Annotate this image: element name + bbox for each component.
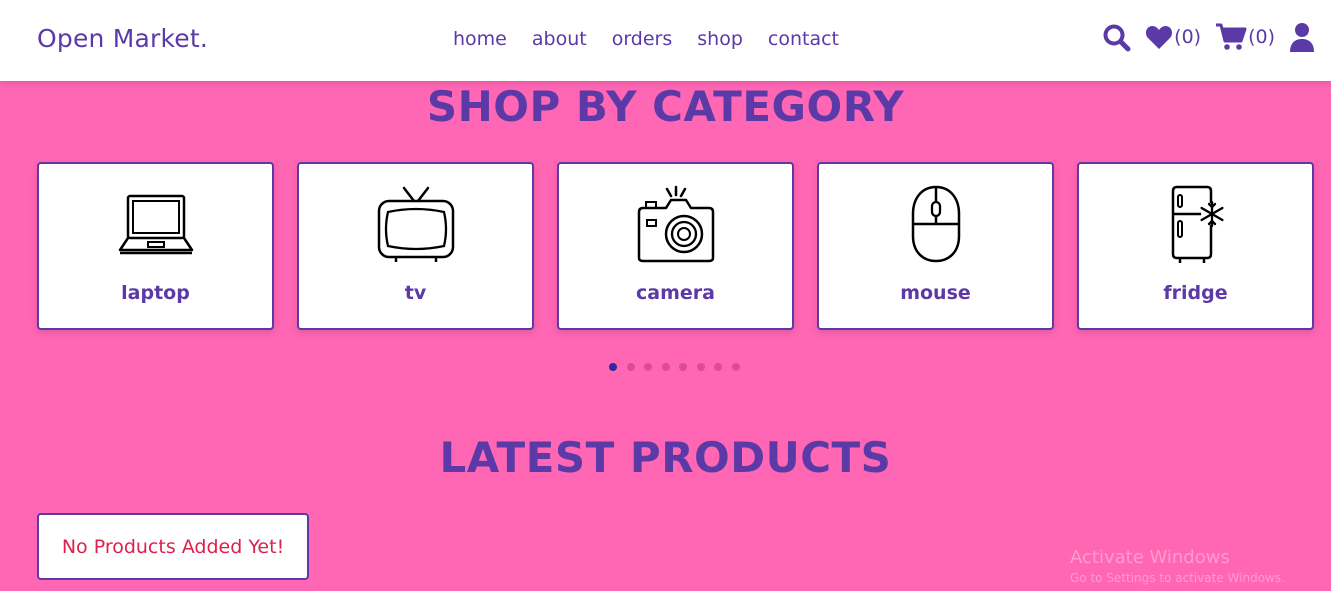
category-label: mouse (900, 282, 971, 304)
category-card-fridge[interactable]: fridge (1077, 162, 1314, 330)
carousel-dot[interactable] (679, 363, 687, 371)
carousel-dot[interactable] (644, 363, 652, 371)
fridge-icon (1171, 185, 1224, 263)
header-actions: (0) (0) (1088, 22, 1315, 52)
nav-about-link[interactable]: about (532, 28, 587, 50)
category-card-tv[interactable]: tv (297, 162, 534, 330)
empty-products-text: No Products Added Yet! (61, 535, 285, 558)
search-icon (1103, 24, 1131, 51)
carousel-dot[interactable] (731, 363, 740, 371)
site-header: Open Market. home about orders shop cont… (0, 0, 1331, 81)
category-carousel: laptop tv camera mouse fridge (37, 162, 1314, 330)
user-icon (1290, 23, 1314, 52)
main-nav: home about orders shop contact (453, 28, 864, 50)
category-section-title: SHOP BY CATEGORY (426, 82, 905, 131)
cart-icon (1216, 23, 1247, 50)
cart-count: (0) (1248, 26, 1275, 48)
tv-icon (377, 186, 454, 262)
carousel-dot[interactable] (661, 363, 670, 371)
empty-products-message: No Products Added Yet! (37, 513, 309, 580)
site-logo[interactable]: Open Market. (37, 24, 208, 53)
watermark-title: Activate Windows (1070, 547, 1230, 568)
camera-icon (637, 185, 714, 263)
nav-shop-link[interactable]: shop (697, 28, 743, 50)
search-button[interactable] (1102, 23, 1131, 52)
category-card-laptop[interactable]: laptop (37, 162, 274, 330)
nav-orders-link[interactable]: orders (612, 28, 673, 50)
heart-icon (1146, 26, 1173, 49)
category-label: tv (404, 282, 427, 304)
category-card-mouse[interactable]: mouse (817, 162, 1054, 330)
carousel-dot[interactable] (609, 363, 617, 371)
carousel-dot[interactable] (714, 363, 722, 371)
nav-home-link[interactable]: home (453, 28, 507, 50)
category-label: laptop (121, 282, 190, 304)
category-card-camera[interactable]: camera (557, 162, 794, 330)
category-label: fridge (1163, 282, 1228, 304)
carousel-dot[interactable] (696, 363, 705, 371)
account-button[interactable] (1289, 22, 1315, 52)
laptop-icon (118, 194, 193, 255)
cart-button[interactable]: (0) (1215, 23, 1275, 51)
activate-windows-watermark: Activate Windows Go to Settings to activ… (1070, 547, 1285, 585)
products-section-title: LATEST PRODUCTS (439, 433, 892, 482)
carousel-dot[interactable] (626, 363, 635, 371)
mouse-icon (911, 185, 960, 263)
watermark-subtitle: Go to Settings to activate Windows. (1070, 571, 1285, 585)
nav-contact-link[interactable]: contact (768, 28, 839, 50)
wishlist-button[interactable]: (0) (1145, 24, 1201, 50)
wishlist-count: (0) (1174, 26, 1202, 48)
carousel-pagination (609, 363, 749, 371)
category-label: camera (636, 282, 715, 304)
